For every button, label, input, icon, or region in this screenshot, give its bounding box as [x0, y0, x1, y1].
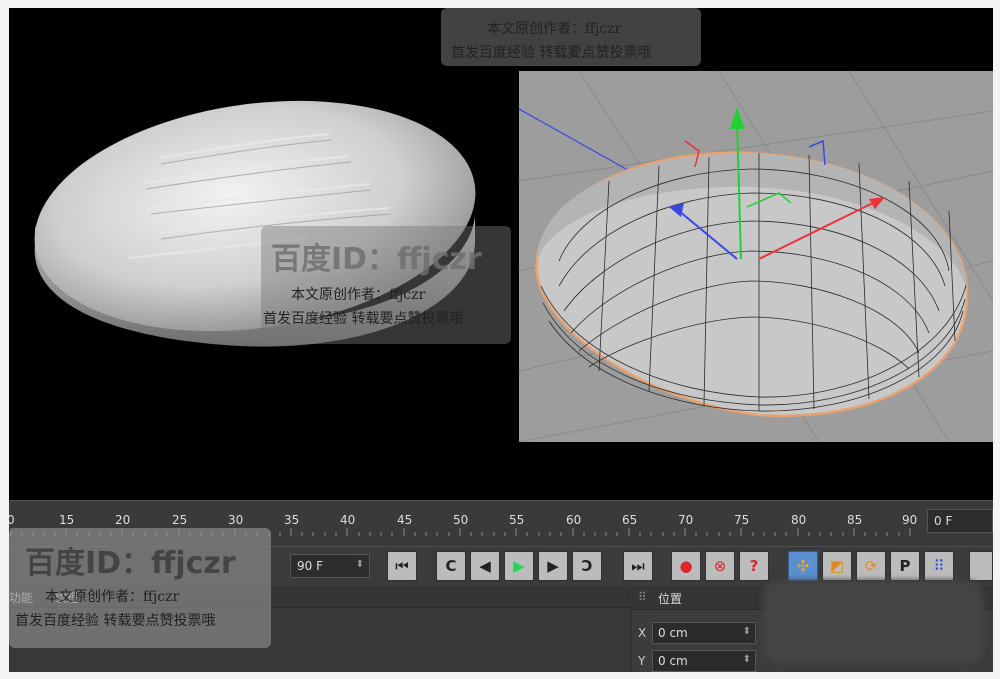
ruler-label-85: 85 — [847, 513, 863, 527]
watermark-center-id: 百度ID：ffjczr — [271, 242, 482, 277]
watermark-top-note: 首发百度经验 转载要点赞投票哦 — [451, 45, 652, 61]
ruler-label-20: 20 — [115, 513, 131, 527]
ruler-label-80: 80 — [791, 513, 807, 527]
watermark-bottom-id: 百度ID：ffjczr — [25, 546, 236, 581]
app-window: 本文原创作者：ffjczr 首发百度经验 转载要点赞投票哦 百度ID：ffjcz… — [9, 8, 993, 672]
grid-tool-button[interactable]: ⠿ — [924, 551, 954, 581]
next-key-button[interactable]: Ↄ — [572, 551, 602, 581]
ruler-label-65: 65 — [622, 513, 638, 527]
editor-viewport[interactable] — [519, 71, 993, 442]
axis-y-arrow-icon[interactable] — [730, 107, 745, 129]
coord-y-value: 0 cm — [658, 654, 688, 668]
ruler-label-0: 0 — [9, 513, 15, 527]
spinner-arrows-icon: ⬍ — [742, 626, 751, 637]
record-button[interactable]: ● — [671, 551, 701, 581]
coord-y-field[interactable]: 0 cm ⬍ — [652, 650, 756, 672]
layout-tool-button[interactable] — [969, 551, 993, 581]
next-frame-button[interactable]: ▶ — [538, 551, 568, 581]
spinner-arrows-icon: ⬍ — [742, 654, 751, 665]
key-help-button[interactable]: ? — [739, 551, 769, 581]
ruler-label-55: 55 — [509, 513, 525, 527]
ruler-label-40: 40 — [340, 513, 356, 527]
watermark-top-author: 本文原创作者：ffjczr — [487, 21, 622, 37]
watermark-bottom-author: 本文原创作者：ffjczr — [45, 589, 180, 605]
coord-x-label: X — [638, 626, 647, 640]
ruler-label-75: 75 — [734, 513, 750, 527]
end-frame-field[interactable]: 90 F ⬍ — [290, 554, 370, 578]
ruler-label-25: 25 — [172, 513, 188, 527]
move-tool-button[interactable]: ✣ — [788, 551, 818, 581]
blurred-area — [762, 580, 984, 664]
end-frame-value: 90 F — [297, 559, 323, 573]
coord-x-field[interactable]: 0 cm ⬍ — [652, 622, 756, 644]
watermark-center-note: 首发百度经验 转载要点赞投票哦 — [263, 311, 464, 327]
goto-end-button[interactable]: ⏭ — [623, 551, 653, 581]
wireframe-scene — [519, 71, 993, 442]
ruler-label-90: 90 — [902, 513, 918, 527]
ruler-label-50: 50 — [453, 513, 469, 527]
position-label: 位置 — [658, 592, 683, 606]
param-tool-button[interactable]: P — [890, 551, 920, 581]
watermark-center-author: 本文原创作者：ffjczr — [291, 287, 426, 303]
grip-icon: ⠿ — [638, 590, 647, 604]
ruler-label-30: 30 — [228, 513, 244, 527]
goto-start-button[interactable]: ⏮ — [387, 551, 417, 581]
scale-tool-button[interactable]: ◩ — [822, 551, 852, 581]
prev-key-button[interactable]: C — [436, 551, 466, 581]
coord-y-label: Y — [638, 654, 646, 668]
spinner-arrows-icon: ⬍ — [355, 559, 364, 570]
play-button[interactable]: ▶ — [504, 551, 534, 581]
ruler-label-35: 35 — [284, 513, 300, 527]
ruler-label-60: 60 — [566, 513, 582, 527]
auto-key-button[interactable]: ⊗ — [705, 551, 735, 581]
coord-x-value: 0 cm — [658, 626, 688, 640]
current-frame-field[interactable]: 0 F — [927, 509, 993, 533]
ruler-label-70: 70 — [678, 513, 694, 527]
ruler-label-45: 45 — [397, 513, 413, 527]
rotate-tool-button[interactable]: ⟳ — [856, 551, 886, 581]
watermark-bottom-note: 首发百度经验 转载要点赞投票哦 — [15, 613, 216, 629]
ruler-label-15: 15 — [59, 513, 75, 527]
prev-frame-button[interactable]: ◀ — [470, 551, 500, 581]
